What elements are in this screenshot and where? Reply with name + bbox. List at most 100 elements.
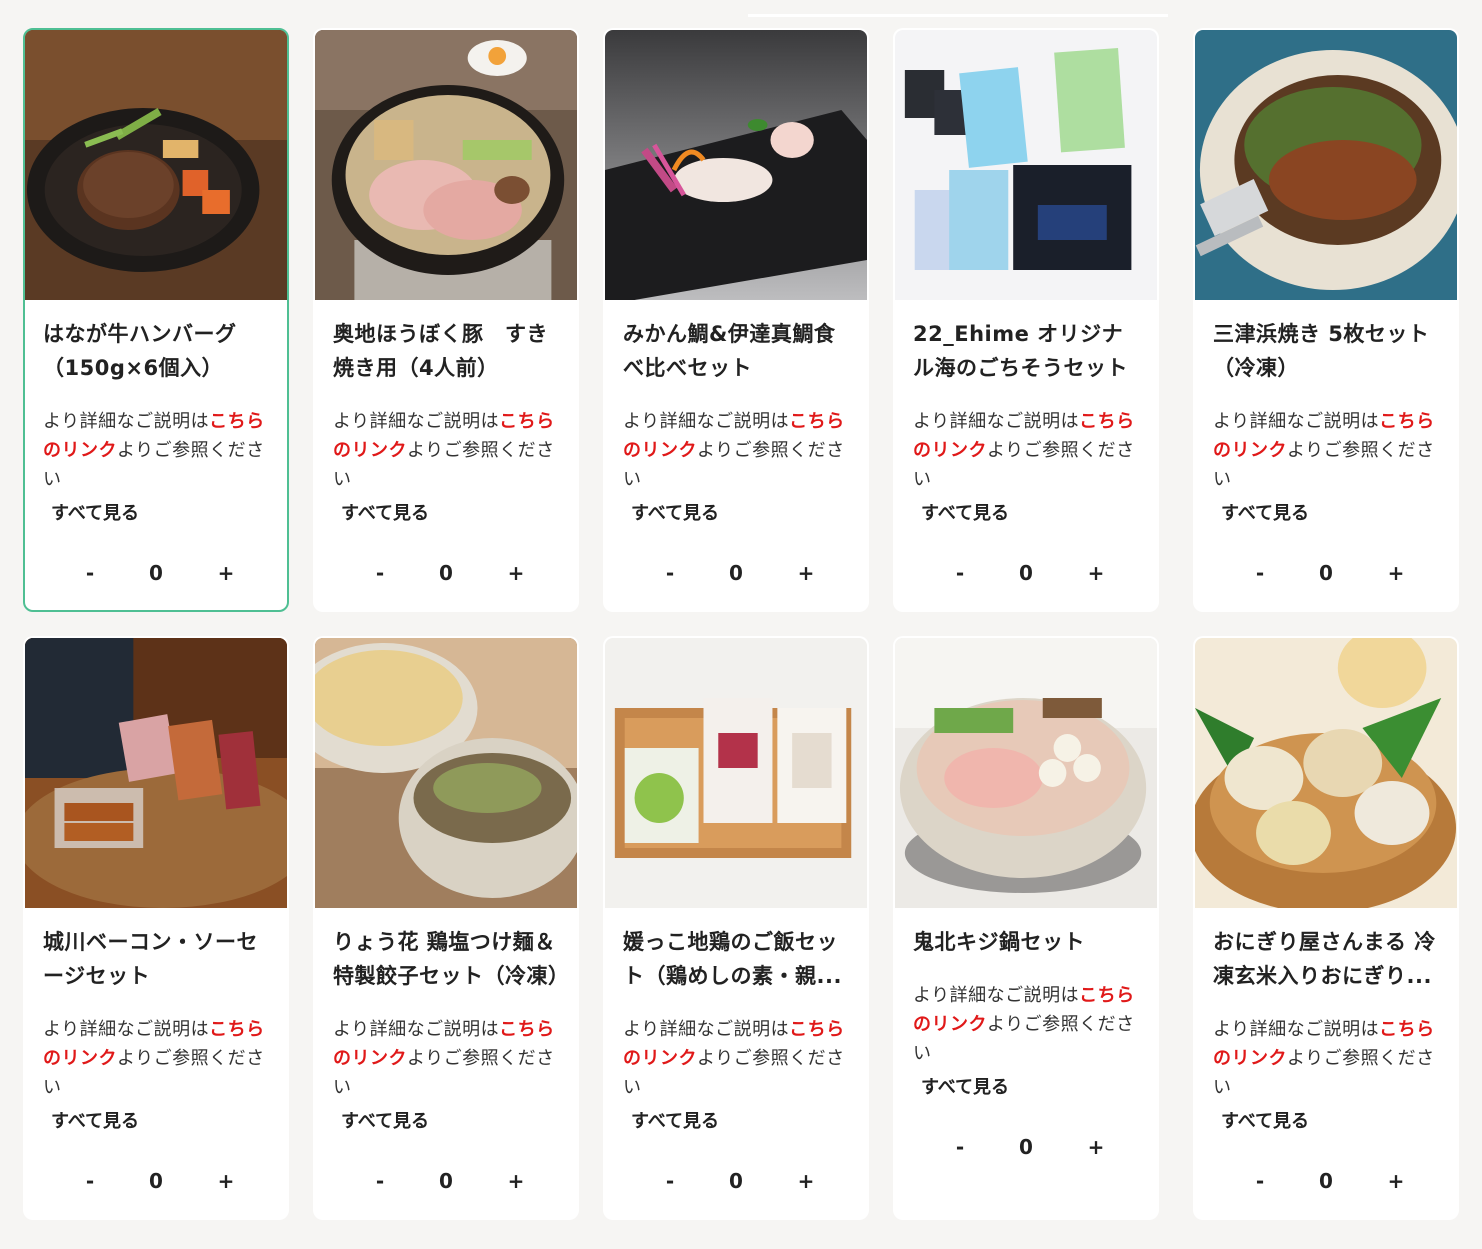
increase-button[interactable]: + [211,558,241,588]
quantity-stepper: - 0 + [895,558,1157,588]
product-card[interactable]: 奥地ほうぼく豚 すき焼き用（4人前） より詳細なご説明はこちらのリンクよりご参照… [313,28,579,612]
increase-button[interactable]: + [211,1166,241,1196]
increase-button[interactable]: + [501,558,531,588]
quantity-value: 0 [439,561,453,585]
product-description: より詳細なご説明はこちらのリンクよりご参照ください [913,981,1139,1068]
product-card[interactable]: 鬼北キジ鍋セット より詳細なご説明はこちらのリンクよりご参照ください すべて見る… [893,636,1159,1220]
product-title: 奥地ほうぼく豚 すき焼き用（4人前） [333,322,548,380]
description-text: より詳細なご説明は [913,411,1080,432]
quantity-stepper: - 0 + [25,558,287,588]
see-all-link[interactable]: すべて見る [51,1108,287,1136]
see-all-link[interactable]: すべて見る [921,1074,1157,1102]
product-card[interactable]: りょう花 鶏塩つけ麺＆特製餃子セット（冷凍） より詳細なご説明はこちらのリンクよ… [313,636,579,1220]
decrease-button[interactable]: - [1245,1166,1275,1196]
quantity-value: 0 [1019,561,1033,585]
description-text: より詳細なご説明は [43,411,210,432]
quantity-value: 0 [729,561,743,585]
decrease-button[interactable]: - [1245,558,1275,588]
product-image-onigiri[interactable] [1195,638,1457,908]
increase-button[interactable]: + [791,1166,821,1196]
description-text: より詳細なご説明は [1213,411,1380,432]
increase-button[interactable]: + [501,1166,531,1196]
product-image-tsukemen[interactable] [315,638,577,908]
product-card[interactable]: 城川ベーコン・ソーセージセット より詳細なご説明はこちらのリンクよりご参照くださ… [23,636,289,1220]
product-description: より詳細なご説明はこちらのリンクよりご参照ください [623,1015,849,1102]
product-title: みかん鯛&伊達真鯛食べ比べセット [623,322,836,380]
increase-button[interactable]: + [1081,558,1111,588]
quantity-value: 0 [1319,561,1333,585]
top-divider [748,14,1168,17]
description-text: より詳細なご説明は [333,1019,500,1040]
quantity-stepper: - 0 + [605,1166,867,1196]
quantity-value: 0 [149,561,163,585]
product-card[interactable]: 22_Ehime オリジナル海のごちそうセット より詳細なご説明はこちらのリンク… [893,28,1159,612]
product-card[interactable]: おにぎり屋さんまる 冷凍玄米入りおにぎり... より詳細なご説明はこちらのリンク… [1193,636,1459,1220]
description-text: より詳細なご説明は [623,411,790,432]
product-image-okonomiyaki[interactable] [1195,30,1457,300]
see-all-link[interactable]: すべて見る [631,1108,867,1136]
product-description: より詳細なご説明はこちらのリンクよりご参照ください [333,407,559,494]
product-image-bacon-sausage[interactable] [25,638,287,908]
product-card[interactable]: 三津浜焼き 5枚セット（冷凍） より詳細なご説明はこちらのリンクよりご参照くださ… [1193,28,1459,612]
quantity-stepper: - 0 + [1195,558,1457,588]
see-all-link[interactable]: すべて見る [1221,500,1457,528]
product-image-hamburg[interactable] [25,30,287,300]
product-description: より詳細なご説明はこちらのリンクよりご参照ください [623,407,849,494]
product-image-chicken-rice[interactable] [605,638,867,908]
see-all-link[interactable]: すべて見る [921,500,1157,528]
decrease-button[interactable]: - [655,558,685,588]
description-text: より詳細なご説明は [623,1019,790,1040]
product-description: より詳細なご説明はこちらのリンクよりご参照ください [1213,1015,1439,1102]
description-text: より詳細なご説明は [43,1019,210,1040]
product-image-sashimi[interactable] [605,30,867,300]
product-description: より詳細なご説明はこちらのリンクよりご参照ください [43,407,269,494]
product-card[interactable]: みかん鯛&伊達真鯛食べ比べセット より詳細なご説明はこちらのリンクよりご参照くだ… [603,28,869,612]
see-all-link[interactable]: すべて見る [341,1108,577,1136]
see-all-link[interactable]: すべて見る [51,500,287,528]
quantity-value: 0 [149,1169,163,1193]
quantity-stepper: - 0 + [315,558,577,588]
product-title: 媛っこ地鶏のご飯セット（鶏めしの素・親... [623,930,842,988]
product-title: 22_Ehime オリジナル海のごちそうセット [913,322,1128,380]
decrease-button[interactable]: - [945,1132,975,1162]
quantity-value: 0 [1019,1135,1033,1159]
decrease-button[interactable]: - [75,558,105,588]
quantity-value: 0 [439,1169,453,1193]
quantity-stepper: - 0 + [25,1166,287,1196]
see-all-link[interactable]: すべて見る [341,500,577,528]
decrease-button[interactable]: - [365,1166,395,1196]
quantity-stepper: - 0 + [1195,1166,1457,1196]
see-all-link[interactable]: すべて見る [1221,1108,1457,1136]
decrease-button[interactable]: - [655,1166,685,1196]
product-image-hotpot[interactable] [895,638,1157,908]
increase-button[interactable]: + [791,558,821,588]
decrease-button[interactable]: - [365,558,395,588]
quantity-value: 0 [1319,1169,1333,1193]
product-image-seaweed[interactable] [895,30,1157,300]
increase-button[interactable]: + [1381,558,1411,588]
quantity-value: 0 [729,1169,743,1193]
see-all-link[interactable]: すべて見る [631,500,867,528]
product-title: 鬼北キジ鍋セット [913,930,1085,954]
product-card[interactable]: はなが牛ハンバーグ（150g×6個入） より詳細なご説明はこちらのリンクよりご参… [23,28,289,612]
product-description: より詳細なご説明はこちらのリンクよりご参照ください [333,1015,559,1102]
product-title: りょう花 鶏塩つけ麺＆特製餃子セット（冷凍） [333,930,559,988]
quantity-stepper: - 0 + [605,558,867,588]
quantity-stepper: - 0 + [315,1166,577,1196]
product-description: より詳細なご説明はこちらのリンクよりご参照ください [913,407,1139,494]
increase-button[interactable]: + [1381,1166,1411,1196]
decrease-button[interactable]: - [945,558,975,588]
product-description: より詳細なご説明はこちらのリンクよりご参照ください [43,1015,269,1102]
product-title: 城川ベーコン・ソーセージセット [43,930,258,988]
description-text: より詳細なご説明は [1213,1019,1380,1040]
product-card[interactable]: 媛っこ地鶏のご飯セット（鶏めしの素・親... より詳細なご説明はこちらのリンクよ… [603,636,869,1220]
product-image-sukiyaki[interactable] [315,30,577,300]
quantity-stepper: - 0 + [895,1132,1157,1162]
product-title: はなが牛ハンバーグ（150g×6個入） [43,322,237,380]
description-text: より詳細なご説明は [333,411,500,432]
product-title: 三津浜焼き 5枚セット（冷凍） [1213,322,1430,380]
product-description: より詳細なご説明はこちらのリンクよりご参照ください [1213,407,1439,494]
decrease-button[interactable]: - [75,1166,105,1196]
increase-button[interactable]: + [1081,1132,1111,1162]
product-title: おにぎり屋さんまる 冷凍玄米入りおにぎり... [1213,930,1436,988]
